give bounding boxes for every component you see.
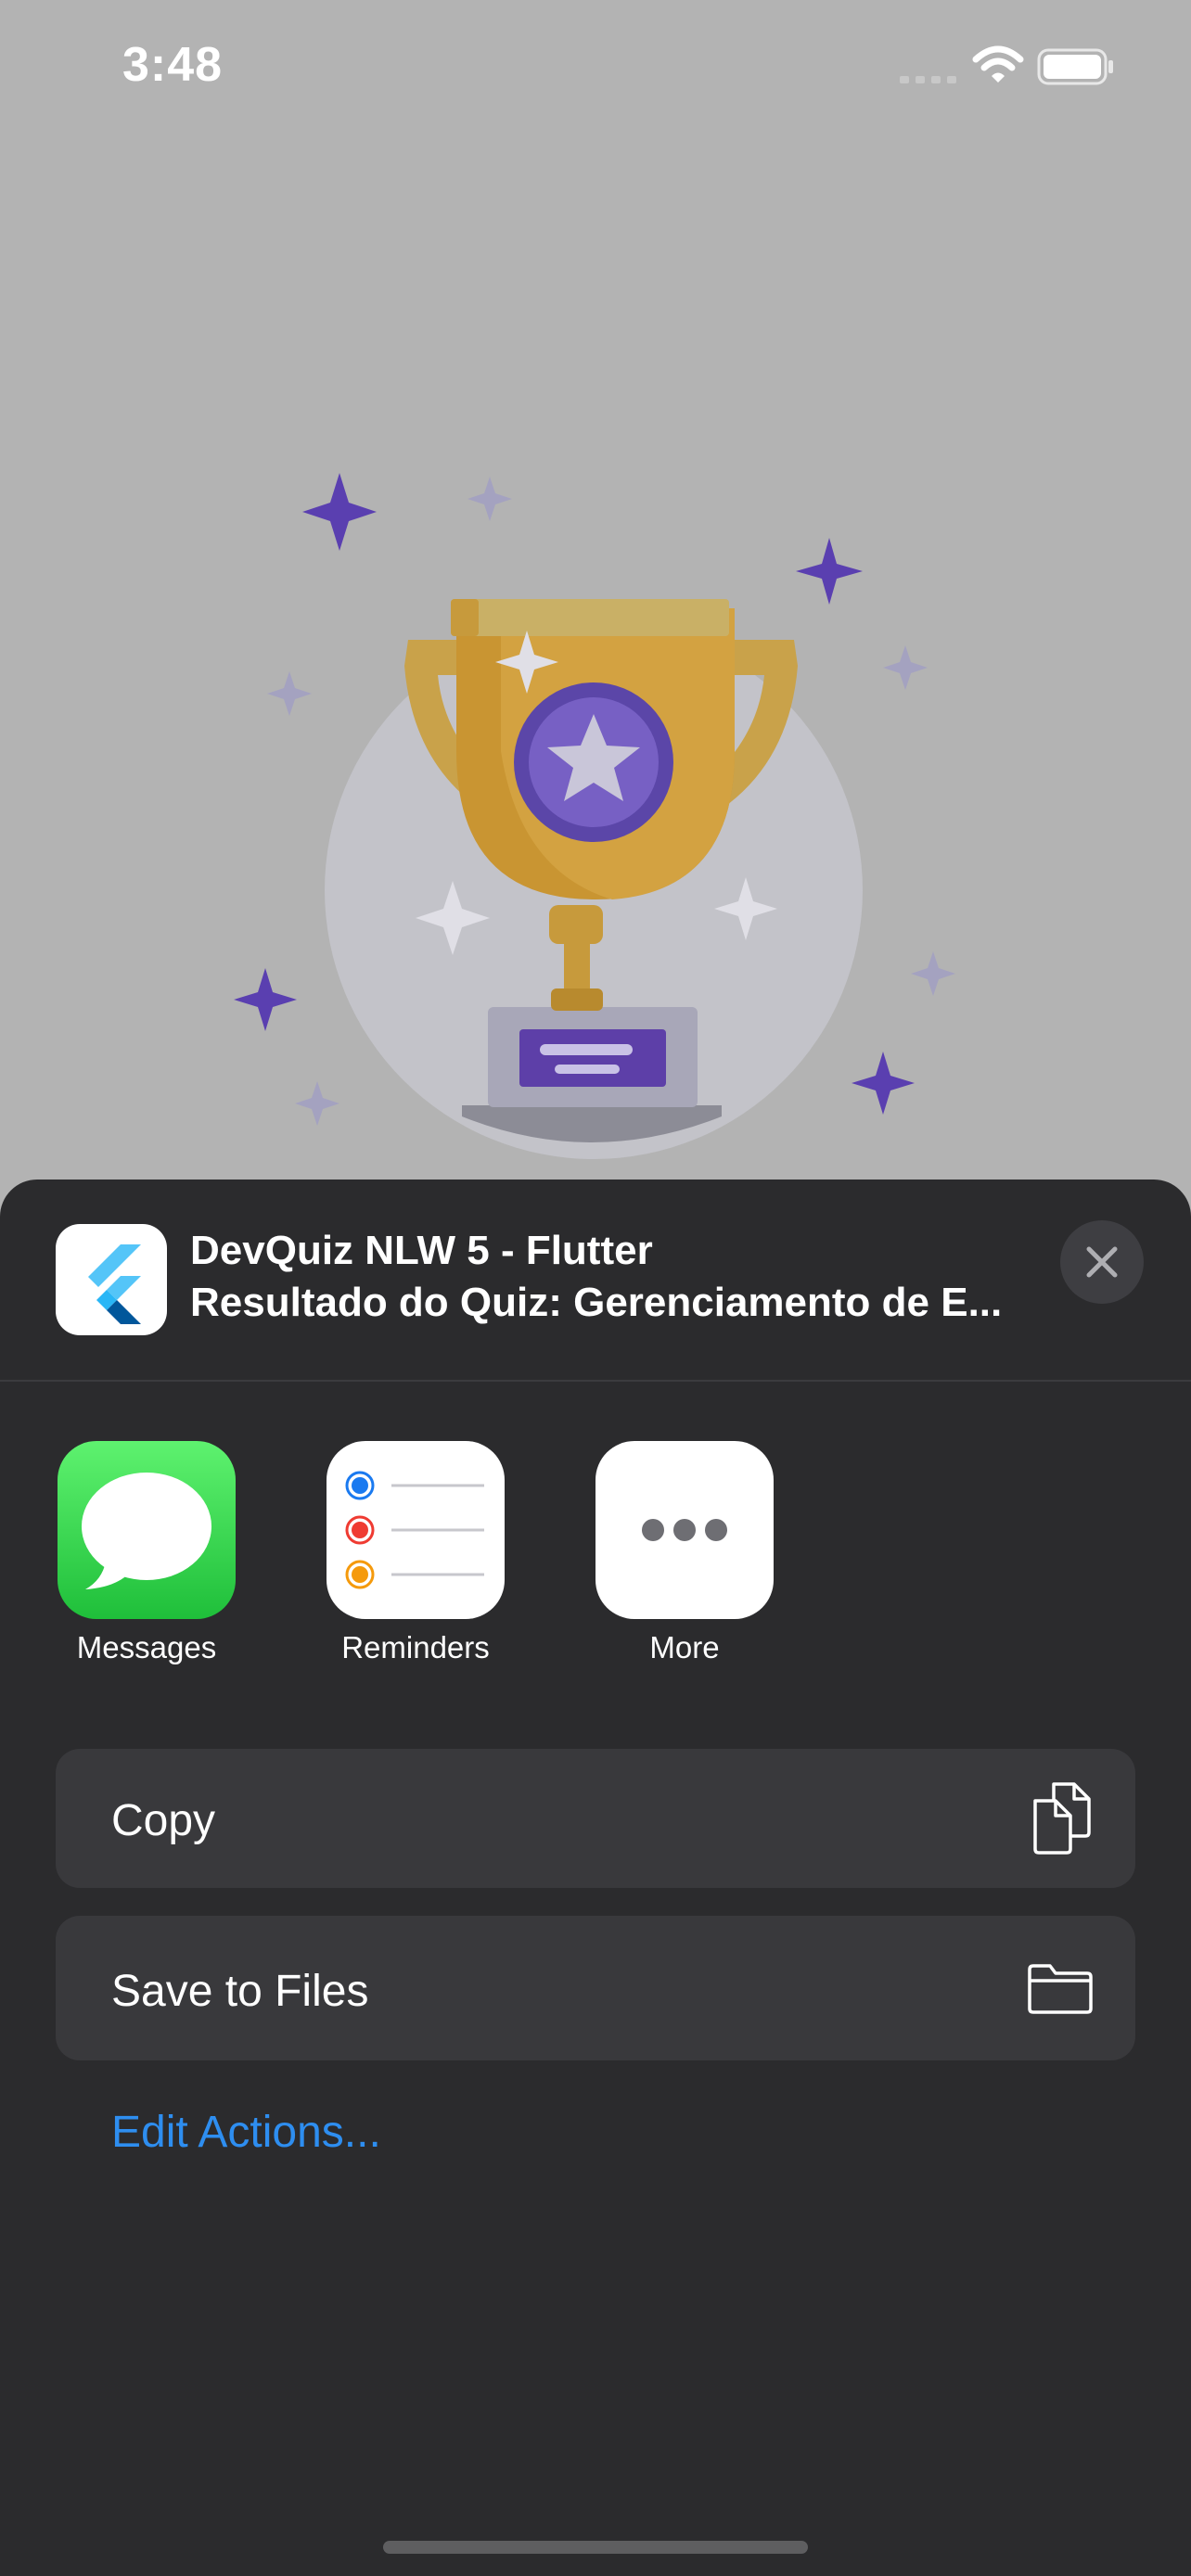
cellular-signal-icon — [900, 76, 956, 83]
share-target-label: Messages — [76, 1630, 217, 1664]
flutter-logo-icon — [56, 1224, 167, 1335]
copy-icon — [1033, 1782, 1091, 1855]
status-time: 3:48 — [122, 38, 224, 92]
share-subtitle: Resultado do Quiz: Gerenciamento de E... — [190, 1280, 1003, 1325]
status-bar: 3:48 — [0, 0, 1191, 130]
wifi-icon — [972, 45, 1024, 83]
messages-icon — [58, 1441, 236, 1619]
screen: 3:48 DevQuiz NLW 5 - Flutter Resultado d… — [0, 0, 1191, 2576]
trophy-icon — [234, 473, 955, 1159]
close-icon — [1086, 1246, 1118, 1278]
share-target-messages[interactable]: Messages — [54, 1441, 239, 1682]
share-target-label: Reminders — [341, 1630, 490, 1664]
folder-icon — [1028, 1964, 1093, 2014]
share-sheet-header: DevQuiz NLW 5 - Flutter Resultado do Qui… — [0, 1180, 1191, 1382]
action-label: Save to Files — [111, 1967, 369, 2016]
save-to-files-action[interactable]: Save to Files — [56, 1916, 1135, 2060]
share-sheet: DevQuiz NLW 5 - Flutter Resultado do Qui… — [0, 1180, 1191, 2576]
share-target-reminders[interactable]: Reminders — [323, 1441, 508, 1682]
share-target-label: More — [649, 1630, 720, 1664]
close-button[interactable] — [1060, 1220, 1144, 1304]
share-title: DevQuiz NLW 5 - Flutter — [190, 1228, 653, 1273]
share-target-more[interactable]: More — [592, 1441, 777, 1682]
reminders-icon — [327, 1441, 505, 1619]
more-icon — [596, 1441, 774, 1619]
battery-icon — [1037, 48, 1113, 85]
copy-action[interactable]: Copy — [56, 1749, 1135, 1888]
home-indicator[interactable] — [383, 2541, 808, 2554]
edit-actions-link[interactable]: Edit Actions... — [111, 2107, 381, 2158]
share-targets: Messages Reminders More — [0, 1441, 1191, 1682]
action-label: Copy — [111, 1796, 216, 1845]
